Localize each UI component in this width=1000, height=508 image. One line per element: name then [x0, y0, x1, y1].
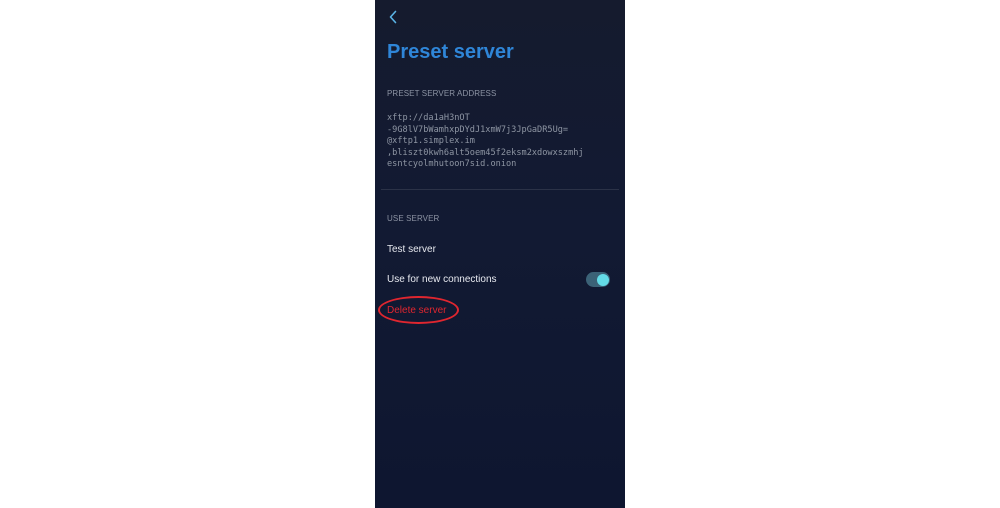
- section-divider: [381, 189, 619, 190]
- toggle-knob: [597, 273, 609, 286]
- use-for-new-connections-toggle[interactable]: [586, 272, 610, 287]
- back-button[interactable]: [384, 9, 402, 29]
- server-address-text: xftp://da1aH3nOT -9G8lV7bWamhxpDYdJ1xmW7…: [387, 113, 584, 169]
- page-title: Preset server: [387, 41, 514, 63]
- use-for-new-connections-label: Use for new connections: [387, 274, 497, 285]
- annotation-highlight-ellipse: [378, 296, 459, 324]
- use-server-section-label: USE SERVER: [387, 214, 440, 223]
- chevron-left-icon: [388, 10, 398, 29]
- preset-address-section-label: PRESET SERVER ADDRESS: [387, 89, 497, 98]
- app-screen: Preset server PRESET SERVER ADDRESS xftp…: [375, 0, 625, 508]
- test-server-button[interactable]: Test server: [387, 244, 436, 255]
